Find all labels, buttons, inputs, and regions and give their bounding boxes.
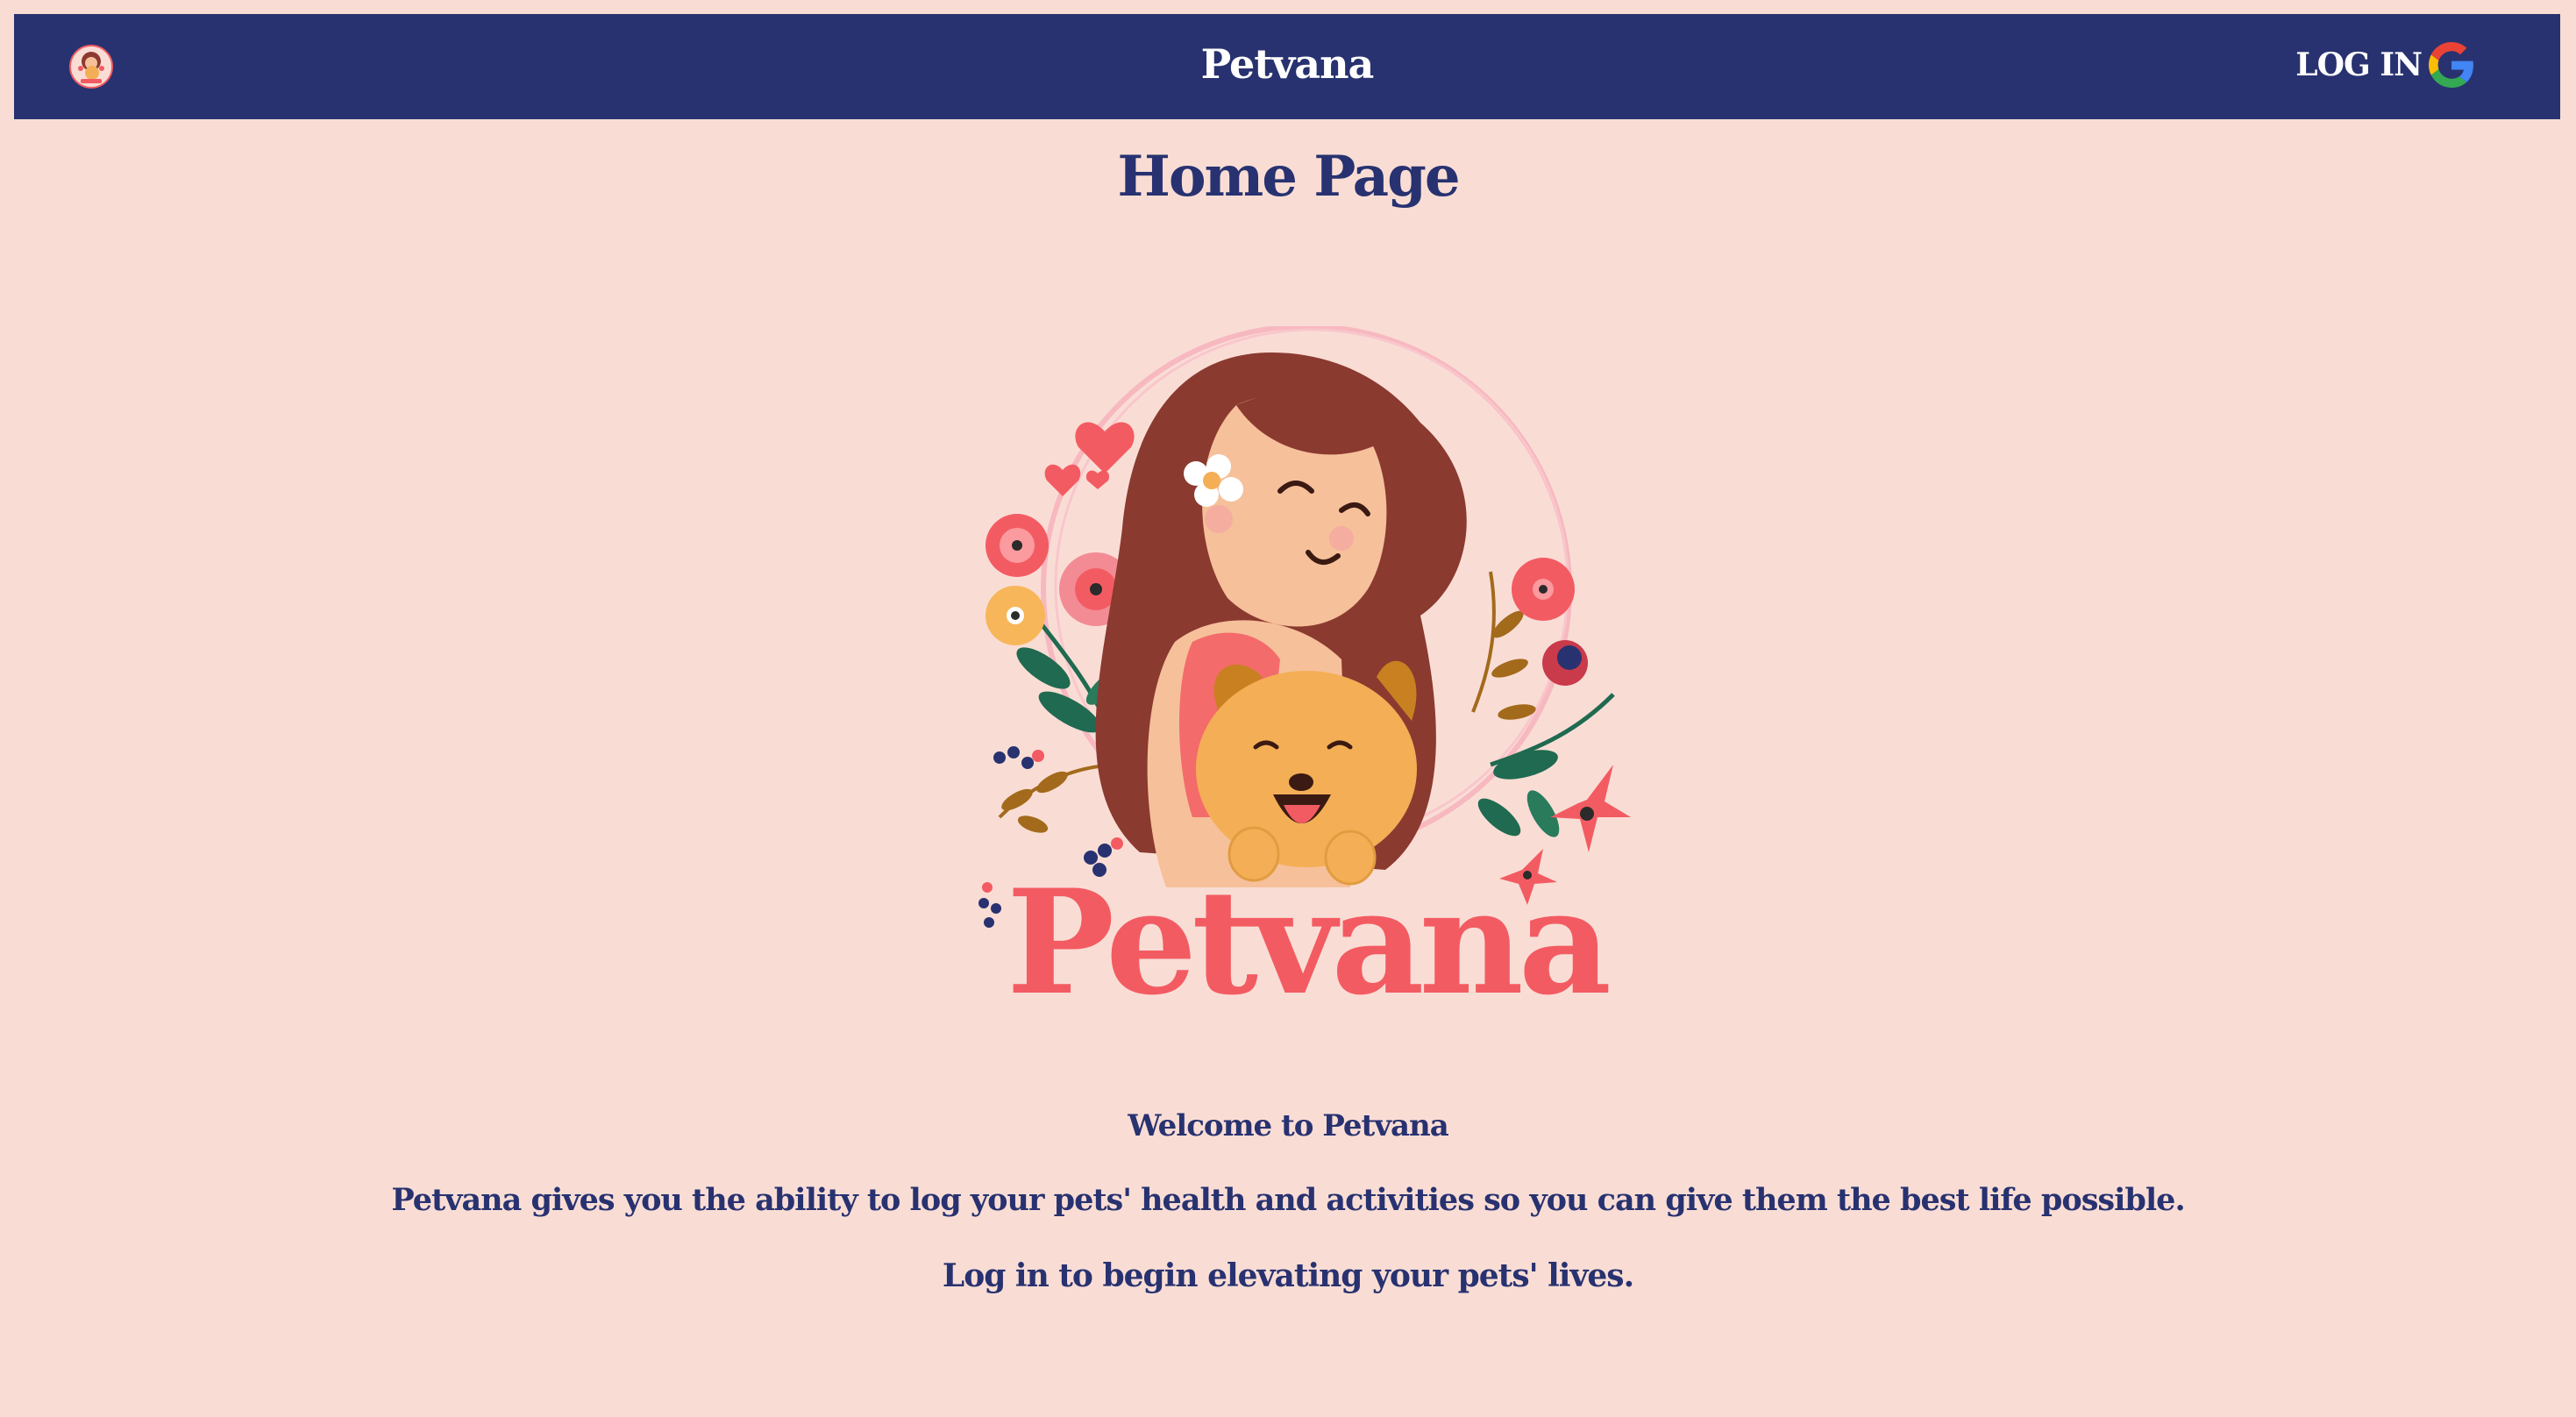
top-navbar: Petvana LOG IN xyxy=(14,14,2560,119)
right-flowers xyxy=(1471,558,1631,905)
google-g-icon xyxy=(2429,42,2473,88)
brand-title: Petvana xyxy=(1200,40,1375,88)
login-button[interactable]: LOG IN xyxy=(2295,42,2474,88)
petvana-hero-illustration: Petvana xyxy=(978,326,1631,1010)
page-title: Home Page xyxy=(1117,144,1460,210)
description-text: Petvana gives you the ability to log you… xyxy=(391,1182,2185,1218)
login-prompt-text: Log in to begin elevating your pets' liv… xyxy=(942,1257,1634,1294)
welcome-heading: Welcome to Petvana xyxy=(1128,1108,1449,1143)
login-label: LOG IN xyxy=(2295,46,2423,83)
hero-wordmark: Petvana xyxy=(1007,858,1609,1010)
